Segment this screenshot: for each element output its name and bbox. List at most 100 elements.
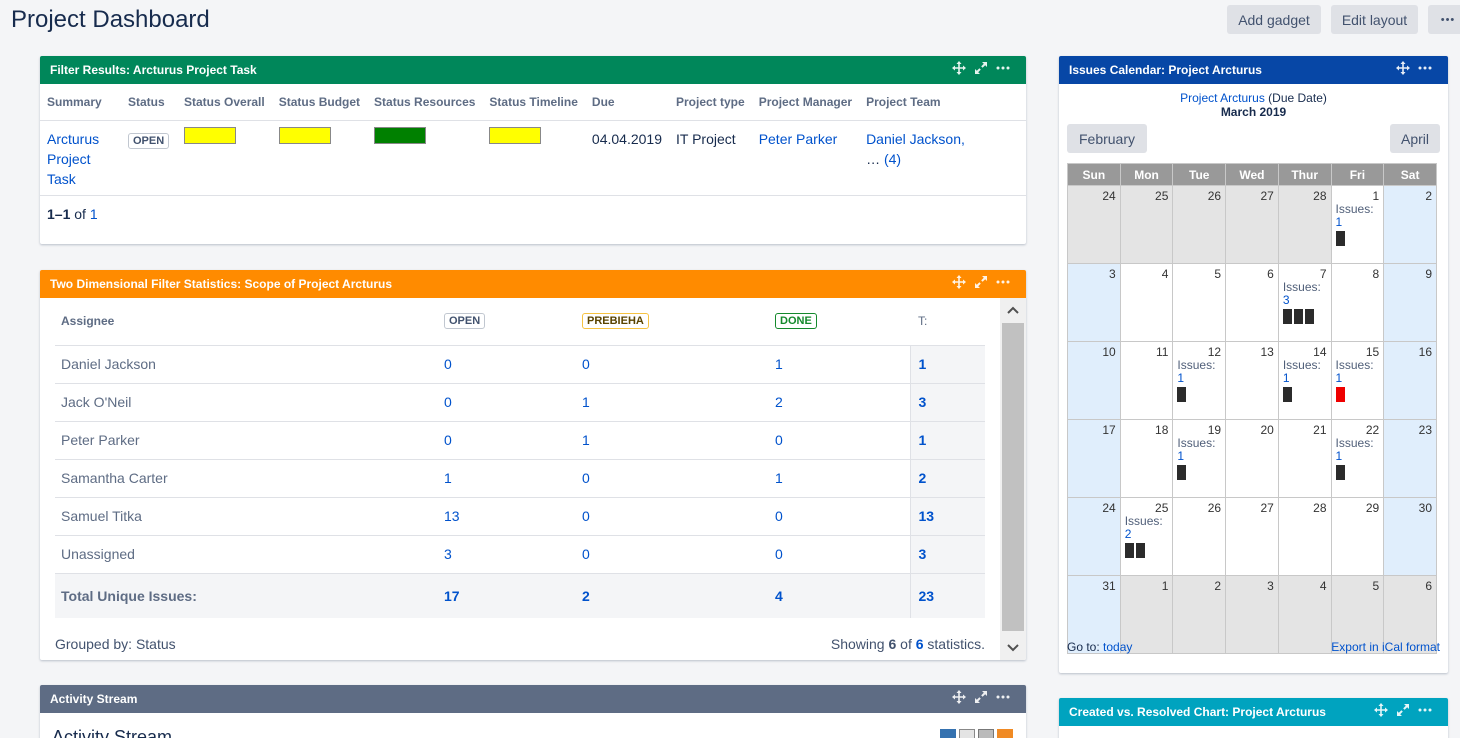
open-count-link[interactable]: 0 [444,383,582,421]
open-count-link[interactable]: 0 [444,345,582,383]
issue-marker[interactable] [1282,387,1292,402]
issue-marker[interactable] [1282,309,1292,324]
issues-count-link[interactable]: 2 [1125,528,1169,541]
calendar-day[interactable]: 29 [1330,497,1385,576]
compact-view-icon[interactable] [959,729,975,738]
issue-marker[interactable] [1135,543,1145,558]
prebieha-count-link[interactable]: 1 [582,421,775,459]
pagination-total-link[interactable]: 1 [90,206,98,222]
issue-marker[interactable] [1335,231,1345,246]
export-ical-link[interactable]: Export in iCal format [1331,640,1440,654]
total-open-link[interactable]: 17 [444,573,582,618]
calendar-day[interactable]: 25 [1119,185,1174,264]
calendar-day[interactable]: 23 [1383,419,1437,498]
column-header-status-resources[interactable]: Status Resources [367,84,482,120]
column-header-project-team[interactable]: Project Team [859,84,1026,120]
done-count-link[interactable]: 1 [775,459,910,497]
calendar-day[interactable]: 25 Issues: 2 [1119,497,1174,576]
calendar-day[interactable]: 7 Issues: 3 [1277,263,1332,342]
scroll-up-icon[interactable] [1000,298,1026,322]
calendar-day[interactable]: 20 [1225,419,1279,498]
more-icon[interactable] [1418,703,1432,717]
issue-marker[interactable] [1335,387,1345,402]
done-count-link[interactable]: 0 [775,421,910,459]
column-header-project-manager[interactable]: Project Manager [752,84,859,120]
more-icon[interactable] [1418,61,1432,75]
open-count-link[interactable]: 0 [444,421,582,459]
total-done-link[interactable]: 4 [775,573,910,618]
prebieha-count-link[interactable]: 1 [582,383,775,421]
calendar-day[interactable]: 26 [1172,497,1227,576]
calendar-day[interactable]: 14 Issues: 1 [1277,341,1332,420]
move-icon[interactable] [952,61,966,75]
grand-total-link[interactable]: 23 [909,573,985,618]
total-prebieha-link[interactable]: 2 [582,573,775,618]
calendar-day[interactable]: 19 Issues: 1 [1172,419,1227,498]
total-count-link[interactable]: 2 [909,459,985,497]
calendar-day[interactable]: 2 [1172,575,1227,654]
filter-icon[interactable] [978,729,994,738]
calendar-day[interactable]: 6 [1225,263,1279,342]
vertical-scrollbar[interactable] [1000,298,1026,660]
calendar-day[interactable]: 12 Issues: 1 [1172,341,1227,420]
calendar-day[interactable]: 28 [1277,185,1332,264]
calendar-day[interactable]: 18 [1119,419,1174,498]
project-team-link[interactable]: Daniel Jackson, [866,129,1019,149]
issue-marker[interactable] [1293,309,1303,324]
project-manager-link[interactable]: Peter Parker [759,131,838,147]
issue-marker[interactable] [1177,387,1187,402]
calendar-day[interactable]: 8 [1330,263,1385,342]
list-view-icon[interactable] [940,729,956,738]
calendar-day[interactable]: 3 [1225,575,1279,654]
issues-count-link[interactable]: 3 [1283,294,1327,307]
issues-count-link[interactable]: 1 [1336,216,1380,229]
issues-count-link[interactable]: 1 [1283,372,1327,385]
issue-marker[interactable] [1177,465,1187,480]
column-header-status-timeline[interactable]: Status Timeline [482,84,584,120]
open-count-link[interactable]: 3 [444,535,582,573]
more-icon[interactable] [996,61,1010,75]
prev-month-button[interactable]: February [1067,124,1147,153]
calendar-day[interactable]: 4 [1277,575,1332,654]
open-count-link[interactable]: 1 [444,459,582,497]
summary-link[interactable]: Arcturus Project Task [47,129,114,189]
total-count-link[interactable]: 1 [909,345,985,383]
calendar-day[interactable]: 26 [1172,185,1227,264]
prebieha-count-link[interactable]: 0 [582,497,775,535]
column-header-status-overall[interactable]: Status Overall [177,84,272,120]
calendar-day[interactable]: 27 [1225,497,1279,576]
expand-icon[interactable] [1396,703,1410,717]
total-count-link[interactable]: 3 [909,383,985,421]
calendar-day[interactable]: 27 [1225,185,1279,264]
scroll-thumb[interactable] [1002,323,1024,631]
prebieha-count-link[interactable]: 0 [582,345,775,383]
calendar-day[interactable]: 21 [1277,419,1332,498]
calendar-day[interactable]: 9 [1383,263,1437,342]
add-gadget-button[interactable]: Add gadget [1227,5,1321,34]
column-header-due[interactable]: Due [585,84,669,120]
calendar-day[interactable]: 16 [1383,341,1437,420]
calendar-day[interactable]: 5 [1172,263,1227,342]
total-count-link[interactable]: 13 [909,497,985,535]
open-count-link[interactable]: 13 [444,497,582,535]
edit-layout-button[interactable]: Edit layout [1331,5,1418,34]
more-actions-button[interactable]: ••• [1428,5,1460,34]
move-icon[interactable] [1374,703,1388,717]
next-month-button[interactable]: April [1390,124,1440,153]
expand-icon[interactable] [974,275,988,289]
calendar-day[interactable]: 24 [1067,185,1121,264]
issues-count-link[interactable]: 1 [1177,450,1221,463]
calendar-day[interactable]: 1 Issues: 1 [1330,185,1385,264]
done-count-link[interactable]: 2 [775,383,910,421]
issues-count-link[interactable]: 1 [1336,372,1380,385]
calendar-day[interactable]: 28 [1277,497,1332,576]
more-icon[interactable] [996,275,1010,289]
column-header-summary[interactable]: Summary [40,84,121,120]
calendar-day[interactable]: 2 [1383,185,1437,264]
scroll-down-icon[interactable] [1000,636,1026,660]
calendar-day[interactable]: 13 [1225,341,1279,420]
calendar-project-link[interactable]: Project Arcturus [1180,91,1265,105]
project-team-more-link[interactable]: (4) [884,151,901,167]
goto-today-link[interactable]: today [1103,640,1132,654]
prebieha-count-link[interactable]: 0 [582,459,775,497]
